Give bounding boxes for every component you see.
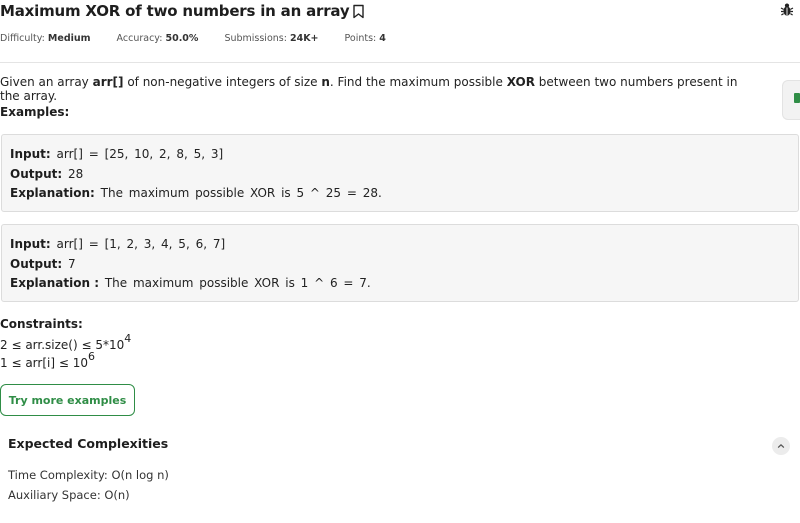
points-label: Points: [344, 33, 377, 44]
points: Points: 4 [345, 33, 386, 44]
problem-meta: Difficulty: Medium Accuracy: 50.0% Submi… [0, 33, 412, 44]
bug-icon[interactable] [780, 2, 794, 21]
problem-title: Maximum XOR of two numbers in an array [0, 2, 350, 20]
expected-complexities-heading: Expected Complexities [8, 436, 169, 451]
problem-page: Maximum XOR of two numbers in an array D… [0, 0, 800, 523]
difficulty: Difficulty: Medium [0, 33, 91, 44]
constraints-heading: Constraints: [0, 317, 83, 331]
chevron-up-icon[interactable] [772, 437, 790, 455]
points-value: 4 [379, 33, 386, 44]
difficulty-value: Medium [47, 33, 91, 44]
constraint-array-size: 2 ≤ arr.size() ≤ 5*104 [0, 332, 132, 352]
bookmark-icon[interactable] [352, 4, 365, 19]
auxiliary-space: Auxiliary Space: O(n) [8, 488, 130, 502]
accuracy-value: 50.0% [165, 33, 199, 44]
time-complexity: Time Complexity: O(n log n) [8, 468, 169, 482]
example-output: Output: 7 [10, 256, 76, 271]
submissions-value: 24K+ [289, 33, 319, 44]
submissions-label: Submissions: [224, 33, 287, 44]
submissions: Submissions: 24K+ [224, 33, 318, 44]
example-box: Input: arr[] = [1, 2, 3, 4, 5, 6, 7] Out… [1, 224, 799, 302]
divider [0, 62, 800, 63]
example-explanation: Explanation : The maximum possible XOR i… [10, 276, 371, 290]
try-more-examples-button[interactable]: Try more examples [0, 384, 135, 416]
side-tab-marker [794, 93, 800, 103]
example-input: Input: arr[] = [1, 2, 3, 4, 5, 6, 7] [10, 237, 226, 251]
difficulty-label: Difficulty: [0, 33, 45, 44]
example-box: Input: arr[] = [25, 10, 2, 8, 5, 3] Outp… [1, 134, 799, 212]
example-output: Output: 28 [10, 166, 84, 181]
side-panel-tab[interactable] [782, 80, 800, 120]
constraint-element-range: 1 ≤ arr[i] ≤ 106 [0, 350, 95, 370]
problem-description: Given an array arr[] of non-negative int… [0, 75, 738, 103]
example-input: Input: arr[] = [25, 10, 2, 8, 5, 3] [10, 147, 224, 161]
examples-heading: Examples: [0, 105, 70, 119]
accuracy: Accuracy: 50.0% [117, 33, 199, 44]
example-explanation: Explanation: The maximum possible XOR is… [10, 186, 382, 200]
title-row: Maximum XOR of two numbers in an array [0, 0, 365, 22]
accuracy-label: Accuracy: [116, 33, 163, 44]
